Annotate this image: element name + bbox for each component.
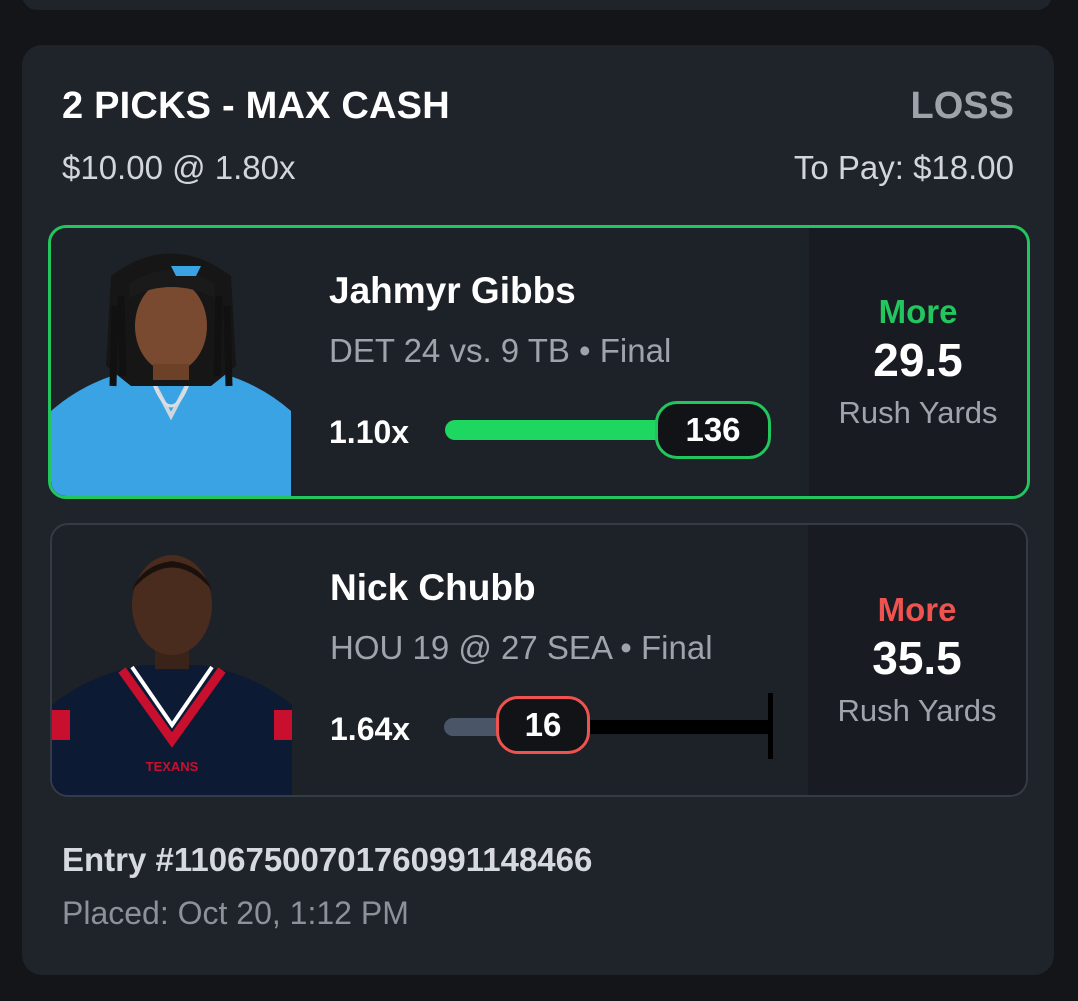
entry-title: 2 PICKS - MAX CASH xyxy=(62,85,450,127)
stat-name: Rush Yards xyxy=(837,693,997,728)
stat-name: Rush Yards xyxy=(838,395,998,430)
line-panel[interactable]: More 35.5 Rush Yards xyxy=(808,525,1026,795)
jersey-text: TEXANS xyxy=(146,759,199,774)
previous-entry-card xyxy=(22,0,1052,10)
player-name: Jahmyr Gibbs xyxy=(329,270,576,311)
entry-id: Entry #1106750070176099114846​6 xyxy=(62,841,593,878)
pick-card-chubb[interactable]: TEXANS Nick Chubb HOU 19 @ 27 SEA • Fina… xyxy=(50,523,1028,797)
line-panel[interactable]: More 29.5 Rush Yards xyxy=(809,228,1027,496)
pick-multiplier: 1.10x xyxy=(329,414,410,450)
game-score: DET 24 vs. 9 TB • Final xyxy=(329,332,672,369)
line-value: 35.5 xyxy=(872,632,962,684)
direction-label: More xyxy=(877,591,957,628)
player-name: Nick Chubb xyxy=(330,567,536,608)
entry-card[interactable]: 2 PICKS - MAX CASH $10.00 @ 1.80x LOSS T… xyxy=(22,45,1054,975)
result-badge: LOSS xyxy=(910,85,1014,127)
player-headshot-icon: TEXANS xyxy=(52,535,292,795)
placed-timestamp: Placed: Oct 20, 1:12 PM xyxy=(62,895,409,931)
actual-stat-pill: 16 xyxy=(496,696,590,754)
target-marker xyxy=(768,693,773,759)
pick-card-gibbs[interactable]: Jahmyr Gibbs DET 24 vs. 9 TB • Final 1.1… xyxy=(48,225,1030,499)
actual-stat-pill: 136 xyxy=(655,401,771,459)
pick-multiplier: 1.64x xyxy=(330,711,411,747)
player-headshot-icon xyxy=(51,236,291,496)
direction-label: More xyxy=(878,293,958,330)
stake-line: $10.00 @ 1.80x xyxy=(62,149,296,186)
line-value: 29.5 xyxy=(873,334,963,386)
game-score: HOU 19 @ 27 SEA • Final xyxy=(330,629,713,666)
to-pay-amount: To Pay: $18.00 xyxy=(793,149,1014,186)
